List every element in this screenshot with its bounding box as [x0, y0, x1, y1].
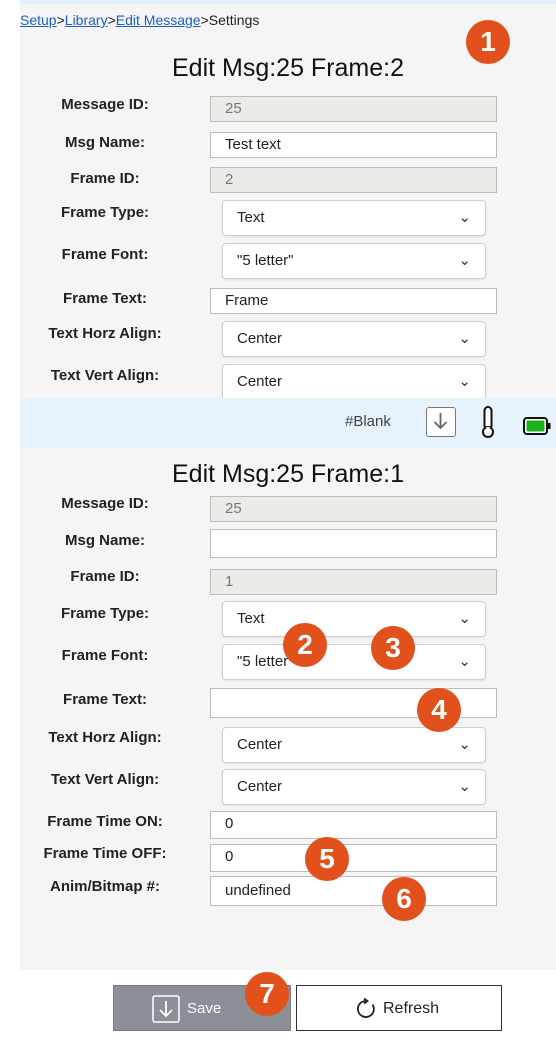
- msg-name-input[interactable]: [210, 529, 497, 558]
- text-horz-align-value: Center: [237, 330, 283, 347]
- msg-name-label: Msg Name:: [64, 134, 146, 151]
- frame-font-value: "5 letter": [237, 252, 294, 269]
- annotation-badge-2: 2: [283, 623, 327, 667]
- chevron-down-icon: ⌄: [458, 209, 471, 226]
- refresh-button[interactable]: Refresh: [296, 985, 502, 1031]
- refresh-button-label: Refresh: [383, 1000, 440, 1017]
- text-horz-align-label: Text Horz Align:: [48, 325, 162, 342]
- message-id-field: 25: [210, 496, 497, 522]
- text-horz-align-label: Text Horz Align:: [48, 729, 162, 746]
- text-horz-align-select[interactable]: Center ⌄: [222, 321, 486, 357]
- breadcrumb-current: Settings: [208, 12, 260, 28]
- text-vert-align-select[interactable]: Center ⌄: [222, 364, 486, 398]
- frame-text-input[interactable]: Frame: [210, 288, 497, 314]
- page-title: Edit Msg:25 Frame:1: [171, 460, 405, 488]
- chevron-down-icon: ⌄: [458, 252, 471, 269]
- frame-font-label: Frame Font:: [61, 246, 149, 263]
- chevron-down-icon: ⌄: [458, 653, 471, 670]
- breadcrumb: Setup>Library>Edit Message>Settings: [20, 12, 259, 28]
- frame-type-label: Frame Type:: [60, 204, 150, 221]
- frame-time-on-input[interactable]: 0: [210, 811, 497, 839]
- frame-time-off-input[interactable]: 0: [210, 844, 497, 872]
- status-text: #Blank: [345, 413, 391, 430]
- download-icon[interactable]: [426, 407, 456, 437]
- anim-bitmap-input[interactable]: undefined: [210, 876, 497, 906]
- panel-top-border: [20, 0, 556, 4]
- settings-panel-frame-1: Edit Msg:25 Frame:1 Message ID: 25 Msg N…: [20, 448, 556, 970]
- frame-id-label: Frame ID:: [70, 568, 140, 585]
- text-vert-align-label: Text Vert Align:: [50, 367, 160, 384]
- annotation-badge-3: 3: [371, 626, 415, 670]
- frame-type-label: Frame Type:: [60, 605, 150, 622]
- message-id-label: Message ID:: [61, 495, 149, 512]
- status-bar: [20, 398, 556, 448]
- breadcrumb-library[interactable]: Library: [65, 12, 108, 28]
- text-horz-align-select[interactable]: Center ⌄: [222, 727, 486, 763]
- msg-name-label: Msg Name:: [64, 532, 146, 549]
- frame-id-field: 2: [210, 167, 497, 193]
- text-vert-align-value: Center: [237, 373, 283, 390]
- frame-font-select[interactable]: "5 letter" ⌄: [222, 644, 486, 680]
- breadcrumb-separator: >: [200, 12, 209, 28]
- frame-type-select[interactable]: Text ⌄: [222, 200, 486, 236]
- frame-font-label: Frame Font:: [61, 647, 149, 664]
- frame-time-off-label: Frame Time OFF:: [43, 845, 167, 862]
- annotation-badge-7: 7: [245, 972, 289, 1016]
- annotation-badge-1: 1: [466, 20, 510, 64]
- annotation-badge-4: 4: [417, 688, 461, 732]
- chevron-down-icon: ⌄: [458, 330, 471, 347]
- breadcrumb-separator: >: [56, 12, 65, 28]
- frame-type-value: Text: [237, 610, 265, 627]
- refresh-icon: [355, 997, 377, 1025]
- message-id-label: Message ID:: [61, 96, 149, 113]
- annotation-badge-6: 6: [382, 877, 426, 921]
- thermometer-icon: [480, 405, 496, 444]
- msg-name-input[interactable]: Test text: [210, 132, 497, 158]
- text-vert-align-select[interactable]: Center ⌄: [222, 769, 486, 805]
- chevron-down-icon: ⌄: [458, 778, 471, 795]
- breadcrumb-edit-message[interactable]: Edit Message: [116, 12, 201, 28]
- chevron-down-icon: ⌄: [458, 736, 471, 753]
- chevron-down-icon: ⌄: [458, 373, 471, 390]
- annotation-badge-5: 5: [305, 837, 349, 881]
- frame-type-select[interactable]: Text ⌄: [222, 601, 486, 637]
- breadcrumb-separator: >: [107, 12, 116, 28]
- frame-text-label: Frame Text:: [63, 290, 147, 307]
- battery-icon: [523, 417, 551, 440]
- text-horz-align-value: Center: [237, 736, 283, 753]
- text-vert-align-value: Center: [237, 778, 283, 795]
- frame-time-on-label: Frame Time ON:: [47, 813, 163, 830]
- save-button-label: Save: [187, 1000, 222, 1017]
- frame-id-label: Frame ID:: [70, 170, 140, 187]
- frame-font-select[interactable]: "5 letter" ⌄: [222, 243, 486, 279]
- download-icon: [152, 995, 180, 1027]
- frame-type-value: Text: [237, 209, 265, 226]
- frame-id-field: 1: [210, 569, 497, 595]
- chevron-down-icon: ⌄: [458, 610, 471, 627]
- breadcrumb-setup[interactable]: Setup: [20, 12, 57, 28]
- frame-text-label: Frame Text:: [63, 691, 147, 708]
- message-id-field: 25: [210, 96, 497, 122]
- anim-bitmap-label: Anim/Bitmap #:: [49, 878, 160, 895]
- text-vert-align-label: Text Vert Align:: [50, 771, 160, 788]
